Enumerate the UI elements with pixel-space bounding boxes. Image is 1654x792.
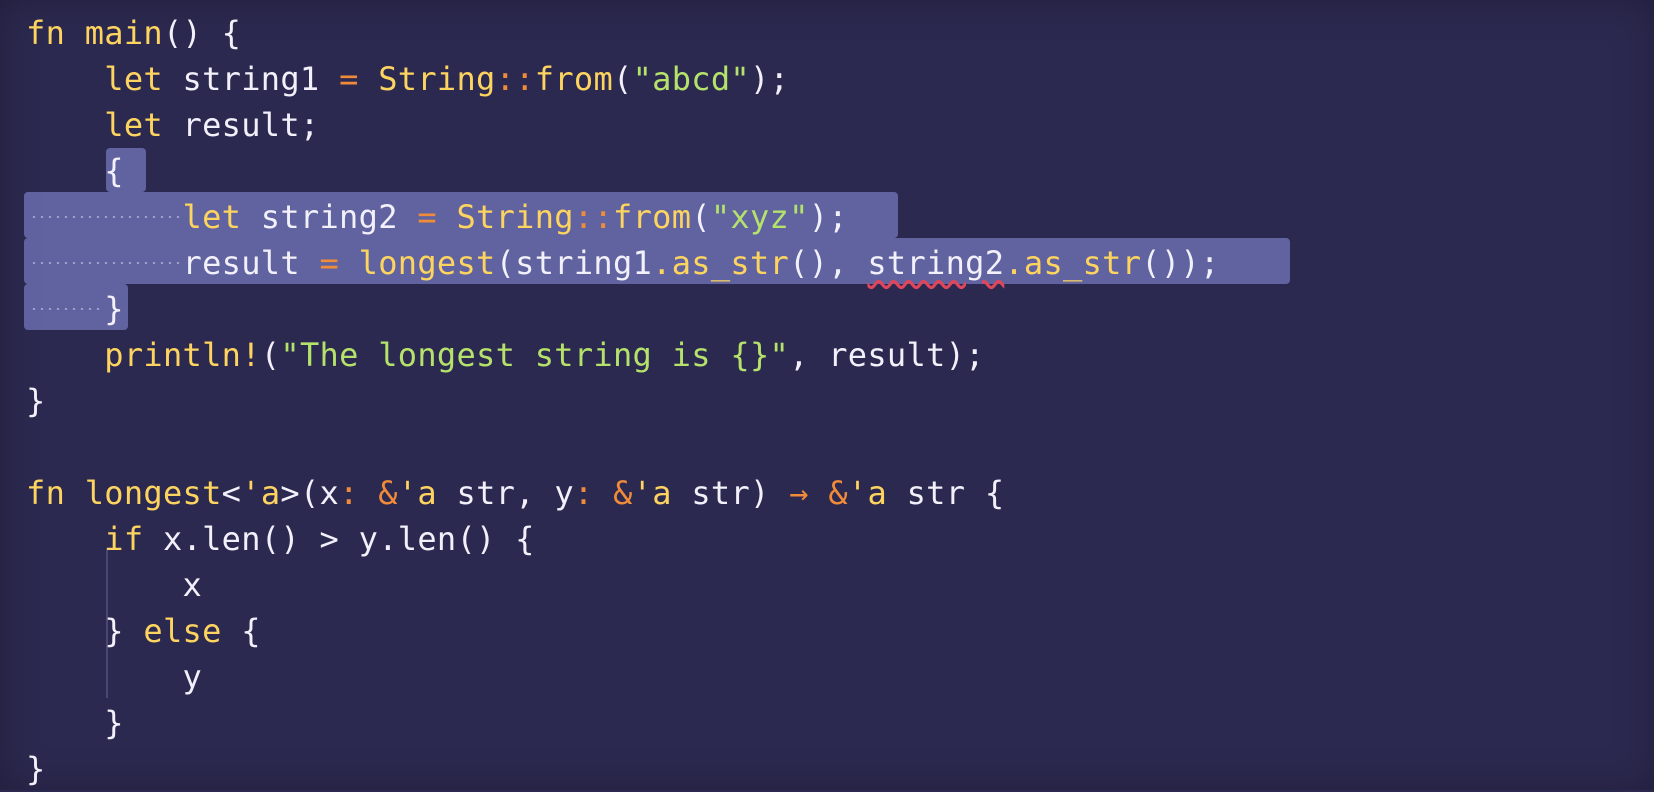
code-line[interactable]: x [26, 562, 202, 608]
code-line[interactable]: if x.len() > y.len() { [26, 516, 535, 562]
code-token: if [26, 520, 144, 558]
code-token: "The longest string is {}" [280, 336, 790, 374]
code-token: & [358, 474, 398, 512]
code-token: } [26, 290, 124, 328]
code-token: "abcd" [632, 60, 750, 98]
code-token: { [26, 152, 124, 190]
code-token: .as_str [652, 244, 790, 282]
code-token: 'a [397, 474, 437, 512]
code-token: :: [495, 60, 535, 98]
code-line[interactable]: let string2 = String::from("xyz"); [26, 194, 848, 240]
code-token: x [26, 566, 203, 604]
code-token: = [339, 60, 359, 98]
code-token: = [417, 198, 437, 236]
code-token: ( [260, 336, 281, 374]
code-line[interactable]: } else { [26, 608, 261, 654]
code-token: { [221, 612, 261, 650]
code-token: let [26, 198, 242, 236]
code-token: , result); [789, 336, 985, 374]
code-token: longest [339, 244, 496, 282]
code-token: ); [808, 198, 848, 236]
code-token: & [808, 474, 848, 512]
code-token: 'a [241, 474, 281, 512]
code-token: = [319, 244, 340, 282]
code-token: ()); [1141, 244, 1220, 282]
code-token: fn [26, 474, 66, 512]
code-line[interactable]: y [26, 654, 202, 700]
code-token: & [593, 474, 633, 512]
code-token: :: [573, 198, 614, 236]
code-token: ); [750, 60, 790, 98]
code-token: → [789, 474, 809, 512]
code-token: result [26, 244, 320, 282]
code-token: fn [26, 14, 66, 52]
code-token: } [26, 382, 46, 420]
code-line[interactable]: fn longest<'a>(x: &'a str, y: &'a str) →… [26, 470, 1004, 516]
code-line[interactable]: result = longest(string1.as_str(), strin… [26, 240, 1220, 286]
code-token: let [26, 106, 163, 144]
code-token: : [339, 474, 359, 512]
code-line[interactable]: } [26, 286, 124, 332]
code-token: x.len() > y.len() { [143, 520, 535, 558]
code-token: ( [691, 198, 711, 236]
code-token: } [26, 704, 124, 742]
code-token: else [123, 612, 222, 650]
code-line[interactable]: } [26, 378, 46, 424]
code-token: String [358, 60, 496, 98]
error-token: string2 [867, 244, 1005, 282]
code-token: (), [789, 244, 868, 282]
code-token: < [221, 474, 242, 512]
code-line[interactable]: println!("The longest string is {}", res… [26, 332, 985, 378]
code-line[interactable]: let result; [26, 102, 320, 148]
code-editor[interactable]: fn main() { let string1 = String::from("… [0, 0, 1654, 790]
code-token: println! [26, 336, 261, 374]
code-token: : [573, 474, 594, 512]
code-token: let [26, 60, 163, 98]
code-token: String [436, 198, 574, 236]
code-token: (string1 [495, 244, 653, 282]
code-token: 'a [632, 474, 672, 512]
code-token: result; [162, 106, 320, 144]
code-line[interactable]: fn main() { [26, 10, 241, 56]
code-line[interactable]: let string1 = String::from("abcd"); [26, 56, 789, 102]
code-line[interactable]: } [26, 746, 46, 792]
code-token: >(x [280, 474, 340, 512]
code-line[interactable]: { [26, 148, 124, 194]
code-token: .as_str [1004, 244, 1142, 282]
code-token: () { [162, 14, 242, 52]
code-token: "xyz" [710, 198, 809, 236]
code-line[interactable]: } [26, 700, 124, 746]
code-token: main [65, 14, 163, 52]
code-token: str) [671, 474, 790, 512]
code-token: longest [65, 474, 222, 512]
code-token: y [26, 658, 203, 696]
code-token: ( [613, 60, 633, 98]
code-token: str { [887, 474, 1005, 512]
code-token: 'a [847, 474, 888, 512]
code-token: from [534, 60, 614, 98]
code-token: } [26, 750, 46, 788]
code-token: string2 [241, 198, 418, 236]
code-token: str, y [436, 474, 574, 512]
code-token: string1 [162, 60, 340, 98]
code-token: from [613, 198, 692, 236]
code-token: } [26, 612, 124, 650]
